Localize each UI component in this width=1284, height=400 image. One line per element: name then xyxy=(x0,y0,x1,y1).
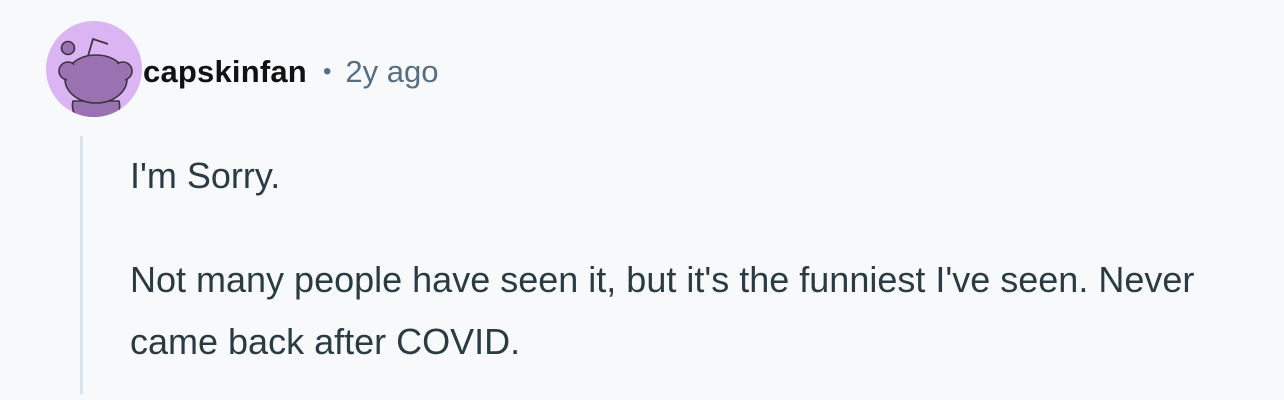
comment: capskinfan • 2y ago I'm Sorry. Not many … xyxy=(0,0,1284,400)
comment-paragraph: Not many people have seen it, but it's t… xyxy=(130,259,1195,362)
comment-body: I'm Sorry. Not many people have seen it,… xyxy=(130,145,1240,373)
snoo-avatar-icon xyxy=(58,37,133,117)
author-username[interactable]: capskinfan xyxy=(143,54,307,90)
thread-line[interactable] xyxy=(80,136,83,394)
user-avatar[interactable] xyxy=(46,21,142,117)
meta-separator: • xyxy=(322,58,332,85)
comment-meta: capskinfan • 2y ago xyxy=(143,50,438,94)
comment-timestamp[interactable]: 2y ago xyxy=(345,54,438,90)
comment-paragraph: I'm Sorry. xyxy=(130,155,281,196)
